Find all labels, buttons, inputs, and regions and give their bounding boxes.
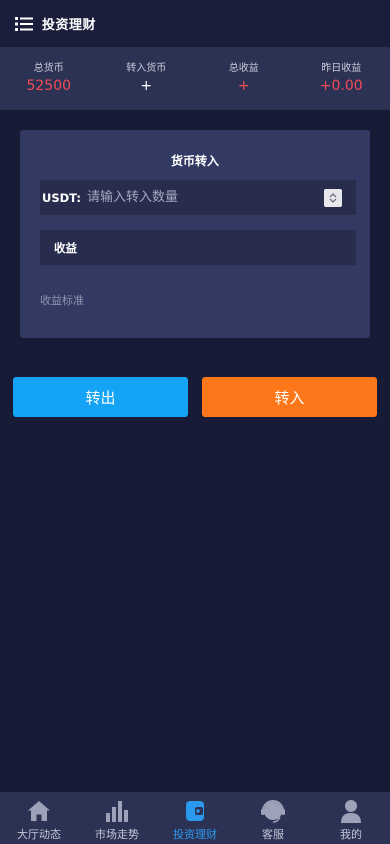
stat-value: + xyxy=(237,78,250,94)
stat-label: 总货币 xyxy=(33,63,64,74)
transfer-out-button[interactable]: 转出 xyxy=(13,377,188,417)
stat-total-earnings: 总收益 + xyxy=(195,63,293,94)
transfer-card: 货币转入 USDT: 收益 收益标准 xyxy=(20,130,370,338)
nav-label: 大厅动态 xyxy=(17,828,61,841)
nav-item-profile[interactable]: 我的 xyxy=(312,792,390,844)
amount-input[interactable] xyxy=(80,180,324,215)
stepper-arrows-icon xyxy=(329,192,337,203)
amount-prefix: USDT: xyxy=(42,190,81,205)
stat-label: 总收益 xyxy=(228,63,259,74)
nav-item-lobby[interactable]: 大厅动态 xyxy=(0,792,78,844)
stat-value: 52500 xyxy=(26,78,72,94)
home-icon xyxy=(28,801,50,821)
stats-bar: 总货币 52500 转入货币 + 总收益 + 昨日收益 +0.00 xyxy=(0,47,390,110)
nav-item-support[interactable]: 客服 xyxy=(234,792,312,844)
stat-label: 昨日收益 xyxy=(321,63,362,74)
earnings-standard-label: 收益标准 xyxy=(40,294,84,307)
headset-icon xyxy=(261,800,285,823)
stat-label: 转入货币 xyxy=(126,63,167,74)
nav-label: 市场走势 xyxy=(95,828,139,841)
user-icon xyxy=(341,800,361,823)
stat-total-currency: 总货币 52500 xyxy=(0,63,98,94)
earnings-row: 收益 xyxy=(40,230,356,265)
stat-transferred-currency: 转入货币 + xyxy=(98,63,196,94)
earnings-label: 收益 xyxy=(54,240,77,255)
page: 投资理财 总货币 52500 转入货币 + 总收益 + 昨日收益 +0.00 货… xyxy=(0,0,390,844)
menu-list-icon[interactable] xyxy=(14,15,34,33)
app-header: 投资理财 xyxy=(0,0,390,47)
card-title: 货币转入 xyxy=(170,154,219,168)
nav-label: 客服 xyxy=(262,828,284,841)
nav-label: 投资理财 xyxy=(173,828,217,841)
nav-item-invest[interactable]: 投资理财 xyxy=(156,792,234,844)
page-title: 投资理财 xyxy=(42,18,97,33)
stat-yesterday-earnings: 昨日收益 +0.00 xyxy=(293,63,390,94)
nav-item-market[interactable]: 市场走势 xyxy=(78,792,156,844)
amount-row: USDT: xyxy=(40,180,356,215)
stat-value: + xyxy=(140,78,153,94)
quantity-stepper[interactable] xyxy=(324,188,342,207)
transfer-in-button[interactable]: 转入 xyxy=(202,377,377,417)
wallet-icon xyxy=(186,801,204,821)
bottom-nav: 大厅动态 市场走势 投资理财 客服 我的 xyxy=(0,792,390,844)
nav-label: 我的 xyxy=(340,828,362,841)
stat-value: +0.00 xyxy=(319,78,363,94)
bar-chart-icon xyxy=(106,801,128,822)
